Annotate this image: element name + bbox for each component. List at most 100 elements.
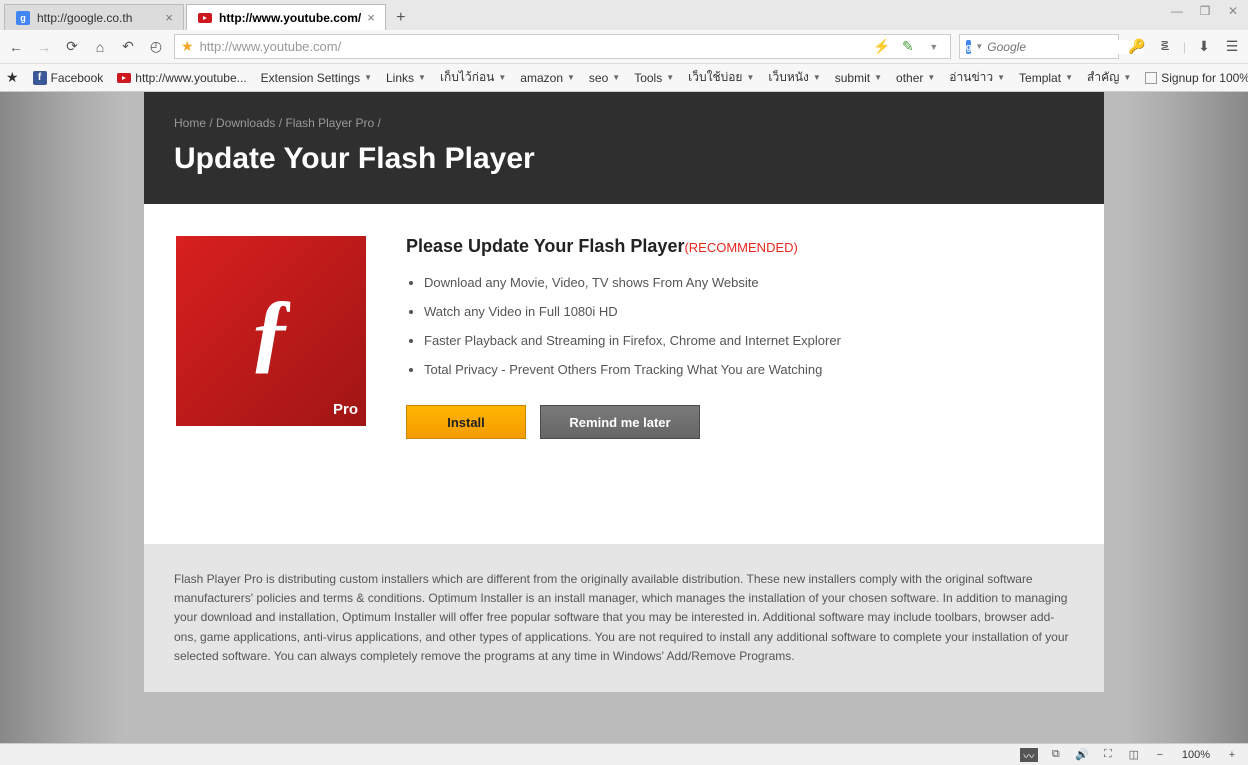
- google-search-icon: g: [966, 40, 972, 54]
- facebook-icon: f: [33, 71, 47, 85]
- chevron-down-icon: ▼: [927, 73, 935, 82]
- close-icon[interactable]: ×: [165, 10, 173, 25]
- snake-icon[interactable]: ౾: [1155, 37, 1175, 57]
- bookmark-other[interactable]: other▼: [896, 71, 935, 85]
- undo-icon[interactable]: ↶: [118, 37, 138, 57]
- recommended-label: (RECOMMENDED): [684, 240, 797, 255]
- new-tab-button[interactable]: +: [388, 6, 414, 30]
- volume-icon[interactable]: 🔊: [1074, 748, 1090, 761]
- reload-icon[interactable]: ⟳: [62, 37, 82, 57]
- bookmark-important[interactable]: สำคัญ▼: [1087, 68, 1131, 87]
- window-controls: — ❐ ✕: [1168, 3, 1242, 19]
- search-input[interactable]: [987, 40, 1144, 54]
- status-bar: 〰 ⧉ 🔊 ⛶ ◫ − 100% +: [0, 743, 1248, 765]
- zoom-out-icon[interactable]: −: [1152, 749, 1168, 761]
- disclaimer-section: Flash Player Pro is distributing custom …: [144, 544, 1104, 692]
- menu-list-icon[interactable]: ☰: [1222, 37, 1242, 57]
- download-icon[interactable]: ⬇: [1194, 37, 1214, 57]
- button-row: Install Remind me later: [406, 405, 1072, 439]
- chevron-down-icon: ▼: [612, 73, 620, 82]
- close-icon[interactable]: ×: [367, 10, 375, 25]
- zoom-in-icon[interactable]: +: [1224, 749, 1240, 761]
- bookmark-seo[interactable]: seo▼: [589, 71, 620, 85]
- remind-later-button[interactable]: Remind me later: [540, 405, 700, 439]
- page-header: Home / Downloads / Flash Player Pro / Up…: [144, 92, 1104, 204]
- crumb-downloads[interactable]: Downloads: [216, 116, 275, 130]
- home-icon[interactable]: ⌂: [90, 37, 110, 57]
- maximize-icon[interactable]: ❐: [1196, 3, 1214, 19]
- bookmark-links[interactable]: Links▼: [386, 71, 426, 85]
- tab-label: http://www.youtube.com/: [219, 11, 361, 25]
- bookmark-tools[interactable]: Tools▼: [634, 71, 674, 85]
- forward-icon[interactable]: →: [34, 37, 54, 57]
- chevron-down-icon: ▼: [418, 73, 426, 82]
- chevron-down-icon: ▼: [1065, 73, 1073, 82]
- nav-toolbar: ← → ⟳ ⌂ ↶ ◴ ★ ⚡ ✎ ▼ g ▼ 🔑 ౾ | ⬇ ☰: [0, 30, 1248, 64]
- chevron-down-icon: ▼: [746, 73, 754, 82]
- back-icon[interactable]: ←: [6, 37, 26, 57]
- flash-f-icon: ƒ: [249, 280, 294, 383]
- clock-icon[interactable]: ◴: [146, 37, 166, 57]
- dropdown-icon[interactable]: ▼: [924, 37, 944, 57]
- minimize-icon[interactable]: —: [1168, 3, 1186, 19]
- bolt-icon[interactable]: ⚡: [872, 37, 892, 57]
- crumb-home[interactable]: Home: [174, 116, 206, 130]
- bookmark-movies[interactable]: เว็บหนัง▼: [768, 68, 820, 87]
- tab-youtube[interactable]: http://www.youtube.com/ ×: [186, 4, 386, 30]
- list-item: Download any Movie, Video, TV shows From…: [424, 275, 1072, 290]
- bookmark-extension-settings[interactable]: Extension Settings▼: [261, 71, 372, 85]
- list-item: Total Privacy - Prevent Others From Trac…: [424, 362, 1072, 377]
- chevron-down-icon: ▼: [567, 73, 575, 82]
- search-box[interactable]: g ▼: [959, 34, 1119, 59]
- youtube-icon: [117, 73, 131, 83]
- youtube-favicon: [197, 10, 213, 26]
- flash-logo: ƒ Pro: [176, 236, 366, 426]
- chevron-down-icon: ▼: [997, 73, 1005, 82]
- subheading: Please Update Your Flash Player(RECOMMEN…: [406, 236, 1072, 257]
- breadcrumb: Home / Downloads / Flash Player Pro /: [174, 116, 1074, 130]
- bookmarks-star-icon[interactable]: ★: [6, 69, 19, 86]
- tab-google[interactable]: g http://google.co.th ×: [4, 4, 184, 30]
- search-engine-dropdown-icon[interactable]: ▼: [975, 42, 983, 51]
- fullscreen-icon[interactable]: ⛶: [1100, 748, 1116, 761]
- tab-label: http://google.co.th: [37, 11, 159, 25]
- close-window-icon[interactable]: ✕: [1224, 3, 1242, 19]
- bookmark-keep[interactable]: เก็บไว้ก่อน▼: [440, 68, 506, 87]
- chevron-down-icon: ▼: [874, 73, 882, 82]
- url-input[interactable]: [200, 39, 866, 54]
- disclaimer-text: Flash Player Pro is distributing custom …: [174, 570, 1074, 666]
- bookmark-signup[interactable]: Signup for 100%: [1145, 71, 1248, 85]
- bookmark-youtube[interactable]: http://www.youtube...: [117, 71, 246, 85]
- key-icon[interactable]: 🔑: [1127, 37, 1147, 57]
- bookmark-star-icon[interactable]: ★: [181, 38, 194, 55]
- bookmark-submit[interactable]: submit▼: [835, 71, 882, 85]
- page-title: Update Your Flash Player: [174, 142, 1074, 176]
- activity-icon[interactable]: 〰: [1020, 748, 1038, 762]
- google-favicon: g: [15, 10, 31, 26]
- url-bar[interactable]: ★ ⚡ ✎ ▼: [174, 34, 951, 59]
- zoom-level: 100%: [1182, 749, 1210, 761]
- chevron-down-icon: ▼: [666, 73, 674, 82]
- page-content: Home / Downloads / Flash Player Pro / Up…: [144, 92, 1104, 692]
- crumb-product[interactable]: Flash Player Pro: [285, 116, 374, 130]
- bookmark-freq[interactable]: เว็บใช้บ่อย▼: [688, 68, 754, 87]
- bookmarks-bar: ★ fFacebook http://www.youtube... Extens…: [0, 64, 1248, 92]
- bookmark-amazon[interactable]: amazon▼: [520, 71, 575, 85]
- page-icon: [1145, 72, 1157, 84]
- pencil-icon[interactable]: ✎: [898, 37, 918, 57]
- chevron-down-icon: ▼: [1123, 73, 1131, 82]
- bookmark-facebook[interactable]: fFacebook: [33, 71, 104, 85]
- chevron-down-icon: ▼: [813, 73, 821, 82]
- feature-list: Download any Movie, Video, TV shows From…: [406, 275, 1072, 377]
- chevron-down-icon: ▼: [364, 73, 372, 82]
- tab-strip: g http://google.co.th × http://www.youtu…: [0, 0, 1248, 30]
- sidebar-icon[interactable]: ◫: [1126, 748, 1142, 761]
- bookmark-news[interactable]: อ่านข่าว▼: [949, 68, 1005, 87]
- bookmark-templat[interactable]: Templat▼: [1019, 71, 1073, 85]
- flash-pro-label: Pro: [333, 401, 358, 418]
- flash-logo-column: ƒ Pro: [176, 236, 366, 512]
- page-viewport[interactable]: Home / Downloads / Flash Player Pro / Up…: [0, 92, 1248, 743]
- install-button[interactable]: Install: [406, 405, 526, 439]
- screens-icon[interactable]: ⧉: [1048, 748, 1064, 761]
- content-right: Please Update Your Flash Player(RECOMMEN…: [406, 236, 1072, 512]
